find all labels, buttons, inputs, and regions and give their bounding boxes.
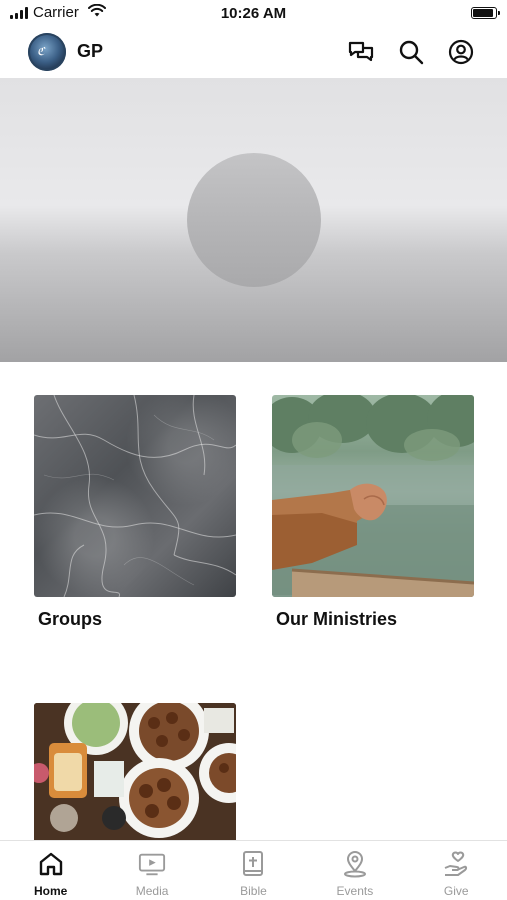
card-food[interactable] [34, 703, 236, 840]
hero-banner[interactable] [0, 78, 507, 362]
header-actions [347, 38, 475, 66]
bible-icon [239, 850, 267, 878]
location-icon [341, 850, 369, 878]
tab-label-bible: Bible [240, 884, 267, 898]
status-bar: Carrier 10:26 AM [0, 0, 507, 28]
hands-lake-image [272, 395, 474, 597]
tab-label-home: Home [34, 884, 68, 898]
battery-icon [471, 7, 500, 19]
app-screen: Carrier 10:26 AM ℭ GP Groups Our Ministr… [0, 0, 507, 900]
tab-home[interactable]: Home [11, 841, 91, 900]
home-icon [37, 850, 65, 878]
card-image-groups [34, 395, 236, 597]
tab-events[interactable]: Events [315, 841, 395, 900]
card-our-ministries[interactable]: Our Ministries [272, 395, 474, 630]
chat-icon[interactable] [347, 38, 375, 66]
logo-mark: ℭ [37, 45, 45, 58]
search-icon[interactable] [397, 38, 425, 66]
battery-fill [473, 9, 493, 17]
tab-media[interactable]: Media [112, 841, 192, 900]
app-header: ℭ GP [0, 28, 507, 78]
status-time: 10:26 AM [220, 5, 287, 22]
card-groups[interactable]: Groups [34, 395, 236, 630]
tab-bar: Home Media Bible Events Give [0, 840, 507, 900]
tab-label-give: Give [443, 884, 469, 898]
give-icon [442, 850, 470, 878]
tab-label-events: Events [336, 884, 374, 898]
card-image-food [34, 703, 236, 840]
marble-texture-image [34, 395, 236, 597]
card-label-groups: Groups [38, 609, 103, 629]
app-title: GP [77, 41, 104, 61]
hero-placeholder-circle [187, 153, 321, 287]
card-label-ministries: Our Ministries [276, 609, 398, 629]
tab-give[interactable]: Give [416, 841, 496, 900]
profile-icon[interactable] [447, 38, 475, 66]
card-image-ministries [272, 395, 474, 597]
media-icon [138, 850, 166, 878]
church-logo-avatar[interactable]: ℭ [28, 33, 66, 71]
tab-label-media: Media [135, 884, 169, 898]
tab-bible[interactable]: Bible [213, 841, 293, 900]
food-table-image [34, 703, 236, 840]
